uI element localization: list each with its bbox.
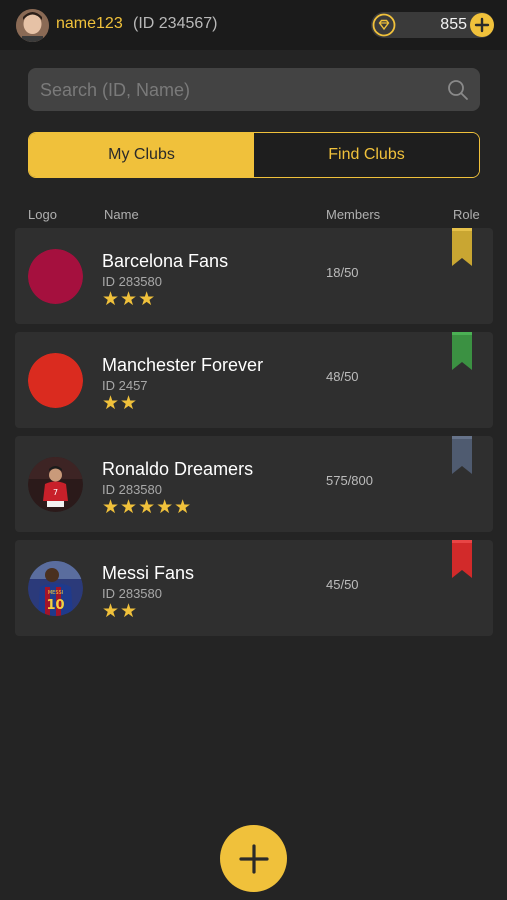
search-icon[interactable] [446,78,470,102]
user-id: (ID 234567) [133,15,218,32]
club-members: 18/50 [326,265,359,280]
svg-text:7: 7 [53,488,58,497]
role-ribbon-icon [452,332,472,370]
plus-icon [474,17,490,33]
svg-text:10: 10 [46,598,64,613]
role-ribbon-icon [452,540,472,578]
user-avatar[interactable] [16,9,49,42]
search-bar [28,68,480,113]
club-id: ID 283580 [102,482,162,497]
club-row[interactable]: MESSI 10 Messi Fans ID 283580 ★★ 45/50 [15,540,493,636]
club-rating-stars: ★★ [102,601,139,622]
username: name123 [56,15,123,32]
club-id: ID 283580 [102,274,162,289]
top-bar: name123 (ID 234567) 855 [0,0,507,50]
search-input[interactable] [38,68,442,113]
column-header-members: Members [326,207,381,222]
club-row[interactable]: 7 Ronaldo Dreamers ID 283580 ★★★★★ 575/8… [15,436,493,532]
club-rating-stars: ★★★★★ [102,497,193,518]
role-ribbon-icon [452,436,472,474]
column-header-role: Role [453,207,480,222]
plus-icon [238,843,269,874]
club-members: 45/50 [326,577,359,592]
club-tabs: My Clubs Find Clubs [28,132,480,178]
club-name: Messi Fans [102,563,195,583]
create-club-button[interactable] [220,825,287,892]
role-ribbon-icon [452,228,472,266]
club-id: ID 283580 [102,586,162,601]
add-coins-button[interactable] [470,13,494,37]
coin-value: 855 [440,16,467,33]
tab-my-clubs[interactable]: My Clubs [29,133,254,177]
club-members: 575/800 [326,473,373,488]
club-row[interactable]: Manchester Forever ID 2457 ★★ 48/50 [15,332,493,428]
club-id: ID 2457 [102,378,148,393]
coin-icon [372,13,396,37]
club-logo: MESSI 10 [28,561,83,616]
club-members: 48/50 [326,369,359,384]
column-header-name: Name [104,207,139,222]
club-logo [28,249,83,304]
club-name: Ronaldo Dreamers [102,459,254,479]
club-name: Manchester Forever [102,355,264,375]
club-name: Barcelona Fans [102,251,229,271]
column-header-logo: Logo [28,207,57,222]
club-rating-stars: ★★★ [102,289,157,310]
svg-text:MESSI: MESSI [48,590,63,596]
club-logo [28,353,83,408]
tab-find-clubs[interactable]: Find Clubs [254,133,479,177]
club-row[interactable]: Barcelona Fans ID 283580 ★★★ 18/50 [15,228,493,324]
club-rating-stars: ★★ [102,393,139,414]
club-logo: 7 [28,457,83,512]
